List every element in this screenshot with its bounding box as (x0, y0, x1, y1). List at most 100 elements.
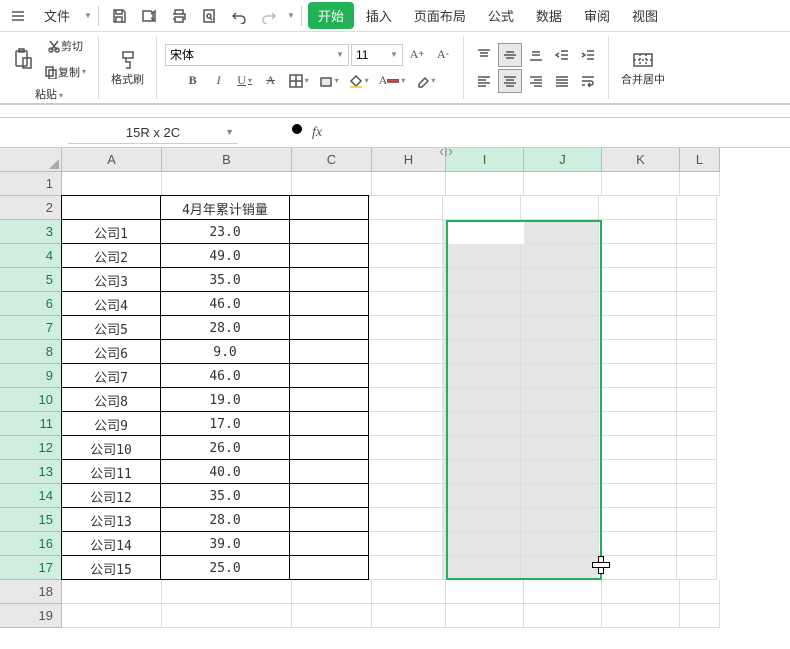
cell[interactable] (289, 363, 369, 388)
cell[interactable] (289, 291, 369, 316)
cell[interactable] (521, 196, 599, 220)
tab-公式[interactable]: 公式 (478, 2, 524, 29)
row-header-10[interactable]: 10 (0, 388, 62, 412)
cell[interactable] (521, 364, 599, 388)
row-header-5[interactable]: 5 (0, 268, 62, 292)
font-color-button[interactable]: A▾ (375, 69, 410, 93)
cell[interactable] (599, 364, 677, 388)
cell[interactable]: 公司12 (61, 483, 161, 508)
row-header-15[interactable]: 15 (0, 508, 62, 532)
cut-button[interactable]: 剪切 (40, 34, 90, 58)
cell[interactable] (599, 508, 677, 532)
cell[interactable] (292, 604, 372, 628)
cell[interactable] (599, 532, 677, 556)
tab-数据[interactable]: 数据 (526, 2, 572, 29)
undo-icon[interactable] (225, 2, 253, 30)
clear-format-button[interactable]: ▾ (411, 69, 439, 93)
cell[interactable] (292, 580, 372, 604)
cell[interactable] (443, 508, 521, 532)
cell[interactable] (443, 412, 521, 436)
cell[interactable] (524, 580, 602, 604)
cell[interactable] (369, 196, 443, 220)
cell[interactable] (599, 268, 677, 292)
align-bottom-button[interactable] (524, 43, 548, 67)
row-header-19[interactable]: 19 (0, 604, 62, 628)
cell[interactable] (369, 556, 443, 580)
cell[interactable] (289, 339, 369, 364)
cell[interactable]: 28.0 (160, 315, 290, 340)
cell[interactable]: 公司8 (61, 387, 161, 412)
row-header-18[interactable]: 18 (0, 580, 62, 604)
cell[interactable]: 公司7 (61, 363, 161, 388)
cell[interactable] (443, 532, 521, 556)
cell[interactable]: 公司14 (61, 531, 161, 556)
align-right-button[interactable] (524, 69, 548, 93)
cell[interactable] (443, 196, 521, 220)
cell[interactable] (289, 267, 369, 292)
hamburger-icon[interactable] (4, 2, 32, 30)
cell[interactable] (443, 388, 521, 412)
cell[interactable] (289, 219, 369, 244)
cell[interactable] (372, 604, 446, 628)
cell[interactable] (677, 196, 717, 220)
cell[interactable] (443, 244, 521, 268)
cell[interactable] (599, 388, 677, 412)
cell[interactable] (677, 364, 717, 388)
cell[interactable] (443, 556, 521, 580)
tab-视图[interactable]: 视图 (622, 2, 668, 29)
cell[interactable] (443, 268, 521, 292)
cell[interactable] (677, 292, 717, 316)
cell[interactable] (369, 436, 443, 460)
cell[interactable] (289, 555, 369, 580)
row-header-3[interactable]: 3 (0, 220, 62, 244)
font-decrease-button[interactable]: A- (431, 43, 455, 67)
cell[interactable]: 26.0 (160, 435, 290, 460)
cell[interactable] (289, 435, 369, 460)
cell[interactable] (599, 340, 677, 364)
cell[interactable] (524, 604, 602, 628)
cell[interactable]: 25.0 (160, 555, 290, 580)
cell[interactable]: 35.0 (160, 483, 290, 508)
cell[interactable] (443, 292, 521, 316)
cell[interactable] (677, 532, 717, 556)
cell[interactable] (680, 604, 720, 628)
cell[interactable]: 公司5 (61, 315, 161, 340)
row-header-1[interactable]: 1 (0, 172, 62, 196)
cell[interactable] (677, 220, 717, 244)
cell[interactable] (289, 507, 369, 532)
font-increase-button[interactable]: A+ (405, 43, 429, 67)
cell[interactable]: 17.0 (160, 411, 290, 436)
cell[interactable] (289, 387, 369, 412)
cell[interactable] (289, 243, 369, 268)
select-all-corner[interactable] (0, 148, 62, 172)
cell[interactable] (521, 316, 599, 340)
column-header-B[interactable]: B (162, 148, 292, 172)
cell[interactable] (521, 484, 599, 508)
cell[interactable] (599, 316, 677, 340)
cell[interactable]: 46.0 (160, 291, 290, 316)
cell[interactable]: 28.0 (160, 507, 290, 532)
cell[interactable]: 39.0 (160, 531, 290, 556)
cell[interactable] (521, 436, 599, 460)
cell[interactable]: 公司9 (61, 411, 161, 436)
column-header-H[interactable]: H (372, 148, 446, 172)
column-header-K[interactable]: K (602, 148, 680, 172)
cell[interactable] (162, 580, 292, 604)
cell[interactable] (369, 460, 443, 484)
cell[interactable]: 35.0 (160, 267, 290, 292)
row-header-9[interactable]: 9 (0, 364, 62, 388)
cell[interactable] (62, 604, 162, 628)
cell[interactable] (443, 364, 521, 388)
indent-increase-button[interactable] (576, 43, 600, 67)
column-header-J[interactable]: J (524, 148, 602, 172)
cell[interactable] (521, 340, 599, 364)
preview-icon[interactable] (195, 2, 223, 30)
cell[interactable] (443, 316, 521, 340)
cell[interactable] (677, 316, 717, 340)
cell[interactable]: 40.0 (160, 459, 290, 484)
cell[interactable] (677, 460, 717, 484)
cell[interactable] (446, 604, 524, 628)
cell[interactable] (289, 411, 369, 436)
cell[interactable] (521, 508, 599, 532)
row-header-11[interactable]: 11 (0, 412, 62, 436)
